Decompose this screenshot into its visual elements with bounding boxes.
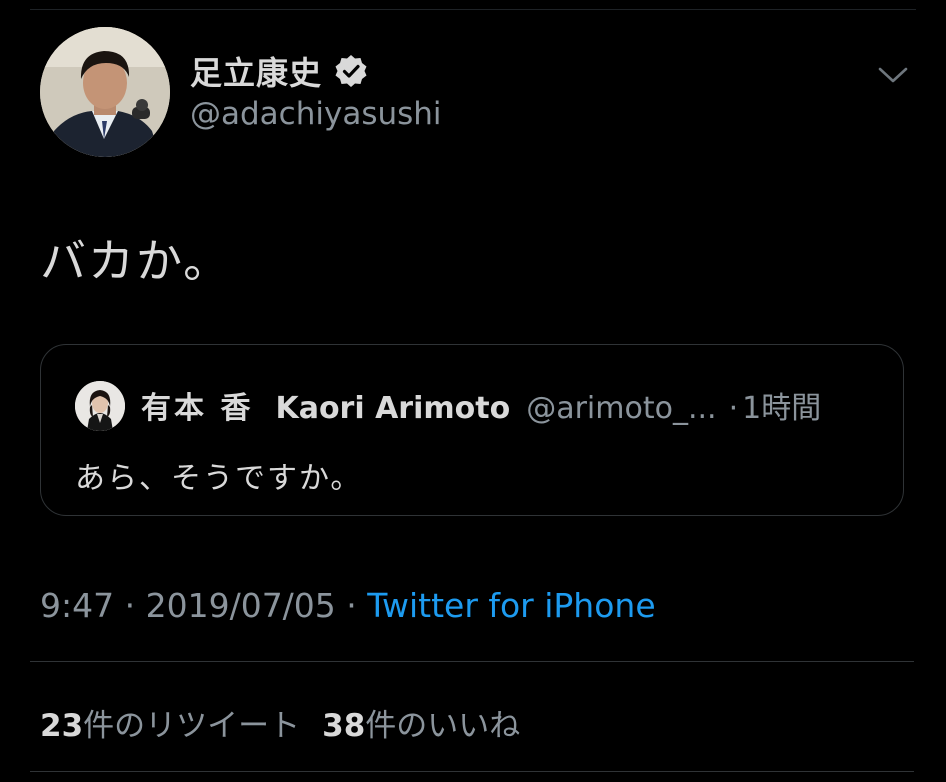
divider: [30, 661, 914, 662]
tweet-stats: 23件のリツイート 38件のいいね: [40, 700, 520, 745]
quoted-author-name-jp[interactable]: 有本 香: [141, 383, 253, 427]
chevron-down-icon[interactable]: [876, 62, 910, 88]
quoted-tweet-text: あら、そうですか。: [75, 461, 363, 496]
author-handle[interactable]: @adachiyasushi: [190, 96, 442, 132]
tweet-text: バカか。: [40, 234, 232, 288]
likes-label: 件のいいね: [365, 708, 521, 744]
meta-separator: ·: [114, 586, 146, 625]
meta-separator: ·: [335, 586, 368, 625]
quoted-separator: ·: [728, 391, 739, 426]
retweets-count: 23: [40, 708, 84, 744]
quoted-author-name-en[interactable]: Kaori Arimoto: [275, 391, 510, 426]
tweet-time: 9:47: [40, 586, 115, 625]
author-avatar[interactable]: [40, 27, 170, 157]
likes-stat[interactable]: 38件のいいね: [322, 708, 520, 744]
tweet-source-link[interactable]: Twitter for iPhone: [367, 586, 655, 625]
quoted-author-avatar[interactable]: [75, 381, 125, 431]
quoted-tweet-card[interactable]: 有本 香 Kaori Arimoto @arimoto_... · 1時間 あら…: [40, 344, 904, 516]
divider: [30, 771, 914, 772]
tweet-date: 2019/07/05: [145, 586, 336, 625]
likes-count: 38: [322, 708, 366, 744]
verified-badge-icon: [334, 54, 368, 88]
retweets-label: 件のリツイート: [83, 708, 301, 744]
tweet-metadata: 9:47 · 2019/07/05 · Twitter for iPhone: [40, 586, 656, 625]
quoted-author-handle[interactable]: @arimoto_...: [526, 391, 716, 426]
author-display-name[interactable]: 足立康史: [190, 48, 322, 94]
retweets-stat[interactable]: 23件のリツイート: [40, 708, 300, 744]
top-divider: [30, 9, 916, 10]
quoted-timestamp[interactable]: 1時間: [742, 383, 821, 427]
